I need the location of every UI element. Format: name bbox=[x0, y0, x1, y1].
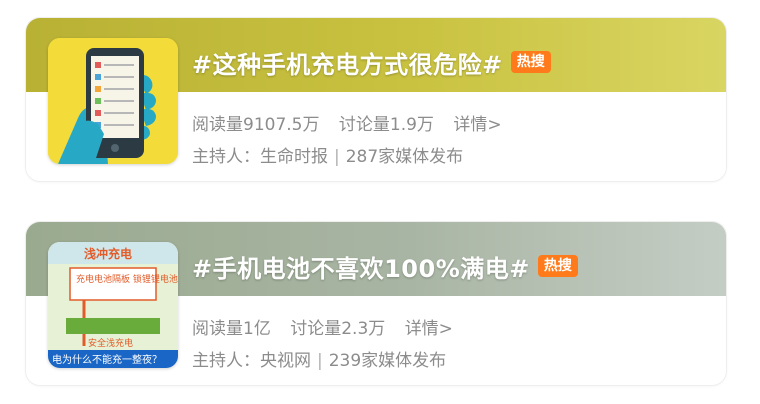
read-count: 阅读量1亿 bbox=[192, 319, 271, 339]
battery-infographic-illustration: 浅冲充电 充电电池隔板 锁锂锂电池安全 安全浅充电 电为什么不能充一整夜？ bbox=[48, 242, 178, 368]
hand-holding-phone-illustration bbox=[48, 38, 178, 164]
topic-host-line: 主持人：生命时报 | 287家媒体发布 bbox=[192, 142, 463, 167]
thumb-label: 安全浅充电 bbox=[88, 337, 133, 349]
host-label: 主持人： bbox=[192, 147, 260, 167]
hot-badge: 热搜 bbox=[510, 51, 551, 73]
topic-card[interactable]: #这种手机充电方式很危险# 热搜 阅读量9107.5万 讨论量1.9万 详情> … bbox=[26, 18, 726, 181]
thumb-caption: 电为什么不能充一整夜？ bbox=[52, 353, 162, 366]
host-name[interactable]: 生命时报 bbox=[260, 147, 328, 167]
topic-host-line: 主持人：央视网 | 239家媒体发布 bbox=[192, 346, 446, 371]
media-count: 287家媒体发布 bbox=[345, 147, 464, 167]
discussion-count: 讨论量1.9万 bbox=[338, 115, 434, 135]
hot-badge: 热搜 bbox=[537, 255, 578, 277]
thumb-box-text: 充电电池隔板 锁锂锂电池安全 bbox=[76, 273, 178, 285]
topic-thumbnail[interactable] bbox=[48, 38, 178, 164]
topic-stats: 阅读量9107.5万 讨论量1.9万 详情> bbox=[192, 110, 502, 135]
topic-stats: 阅读量1亿 讨论量2.3万 详情> bbox=[192, 314, 453, 339]
topic-list: #这种手机充电方式很危险# 热搜 阅读量9107.5万 讨论量1.9万 详情> … bbox=[0, 0, 760, 404]
media-count: 239家媒体发布 bbox=[328, 351, 447, 371]
details-link[interactable]: 详情> bbox=[405, 319, 453, 339]
read-count: 阅读量9107.5万 bbox=[192, 115, 320, 135]
topic-title[interactable]: #手机电池不喜欢100%满电# bbox=[192, 249, 530, 284]
topic-card[interactable]: 浅冲充电 充电电池隔板 锁锂锂电池安全 安全浅充电 电为什么不能充一整夜？ #手… bbox=[26, 222, 726, 385]
topic-title-row: #手机电池不喜欢100%满电# 热搜 bbox=[192, 246, 578, 286]
thumb-heading: 浅冲充电 bbox=[84, 246, 132, 261]
topic-title[interactable]: #这种手机充电方式很危险# bbox=[192, 45, 503, 80]
divider: | bbox=[334, 147, 340, 167]
details-link[interactable]: 详情> bbox=[453, 115, 501, 135]
discussion-count: 讨论量2.3万 bbox=[290, 319, 386, 339]
topic-title-row: #这种手机充电方式很危险# 热搜 bbox=[192, 42, 551, 82]
host-label: 主持人： bbox=[192, 351, 260, 371]
host-name[interactable]: 央视网 bbox=[260, 351, 311, 371]
topic-thumbnail[interactable]: 浅冲充电 充电电池隔板 锁锂锂电池安全 安全浅充电 电为什么不能充一整夜？ bbox=[48, 242, 178, 368]
divider: | bbox=[317, 351, 323, 371]
